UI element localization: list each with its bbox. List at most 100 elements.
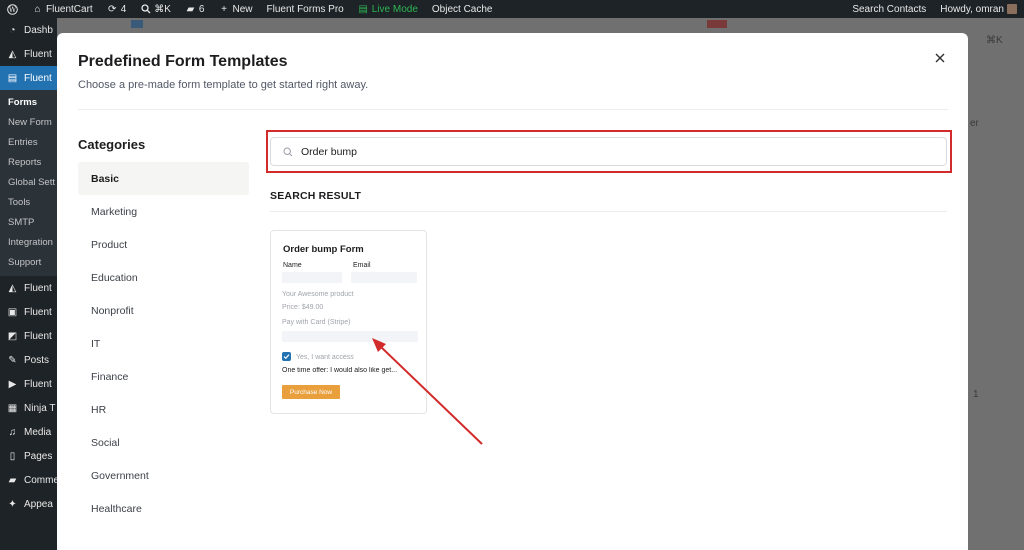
- sidebar-item-ninja-tables[interactable]: ▦ Ninja T: [0, 396, 57, 420]
- fluent-icon: ▣: [7, 306, 18, 318]
- search-result-heading: SEARCH RESULT: [270, 190, 362, 202]
- sidebar-item-label: Posts: [24, 354, 50, 366]
- template-search-box[interactable]: [270, 137, 947, 166]
- template-search-input[interactable]: [301, 145, 901, 158]
- category-finance[interactable]: Finance: [78, 360, 249, 393]
- category-education[interactable]: Education: [78, 261, 249, 294]
- category-healthcare[interactable]: Healthcare: [78, 492, 249, 525]
- plugin-label: Fluent Forms Pro: [266, 3, 344, 15]
- fluent-icon: ◩: [7, 330, 18, 342]
- submenu-entries[interactable]: Entries: [0, 132, 57, 152]
- preview-name-field: [282, 272, 342, 283]
- brush-icon: ✦: [8, 498, 17, 510]
- pages-icon: ▯: [9, 450, 16, 462]
- check-icon: [283, 354, 290, 360]
- search-shortcut: ⌘K: [154, 3, 171, 15]
- sidebar-item-pages[interactable]: ▯ Pages: [0, 444, 57, 468]
- updates-link[interactable]: ⟳ 4: [100, 0, 134, 18]
- howdy-label: Howdy, omran: [940, 3, 1004, 15]
- result-divider: [270, 211, 947, 212]
- avatar: [1007, 4, 1017, 14]
- close-button[interactable]: [932, 50, 948, 66]
- live-mode-link[interactable]: ▤ Live Mode: [351, 0, 425, 18]
- sidebar-item-label: Comme: [24, 474, 57, 486]
- sidebar-item-label: Fluent: [24, 378, 52, 390]
- comments-link[interactable]: ▰ 6: [178, 0, 212, 18]
- submenu-smtp[interactable]: SMTP: [0, 212, 57, 232]
- site-name: FluentCart: [46, 3, 93, 15]
- submenu-tools[interactable]: Tools: [0, 192, 57, 212]
- search-icon: [283, 146, 293, 156]
- category-hr[interactable]: HR: [78, 393, 249, 426]
- sidebar-item-label: Fluent: [24, 72, 52, 84]
- table-icon: ▦: [7, 402, 18, 414]
- updates-count: 4: [120, 3, 127, 15]
- forms-icon: ▤: [7, 72, 18, 84]
- submenu-forms[interactable]: Forms: [0, 92, 57, 112]
- sidebar-item-media[interactable]: ♫ Media: [0, 420, 57, 444]
- forms-submenu: Forms New Form Entries Reports Global Se…: [0, 90, 57, 276]
- categories-heading: Categories: [78, 137, 146, 152]
- category-it[interactable]: IT: [78, 327, 249, 360]
- preview-card-field: [282, 331, 418, 342]
- sidebar-item-label: Media: [24, 426, 52, 438]
- home-icon: ⌂: [34, 3, 41, 15]
- category-nonprofit[interactable]: Nonprofit: [78, 294, 249, 327]
- submenu-support[interactable]: Support: [0, 252, 57, 272]
- sidebar-item-dashboard[interactable]: ◔ Dashb: [0, 18, 57, 42]
- preview-offer: One time offer: I would also like get...: [282, 367, 398, 374]
- bg-block-blue: [131, 20, 143, 28]
- submenu-reports[interactable]: Reports: [0, 152, 57, 172]
- sidebar-item-fluentcrm[interactable]: ◭ Fluent: [0, 276, 57, 300]
- edit-icon: ▤: [358, 3, 368, 15]
- category-product[interactable]: Product: [78, 228, 249, 261]
- category-list: Basic Marketing Product Education Nonpro…: [78, 162, 249, 525]
- fluent-icon: ◭: [8, 48, 17, 60]
- search-icon: [140, 4, 151, 15]
- submenu-integrations[interactable]: Integration: [0, 232, 57, 252]
- category-basic[interactable]: Basic: [78, 162, 249, 195]
- sidebar-item-fluent-4[interactable]: ▶ Fluent: [0, 372, 57, 396]
- sidebar-item-fluent-forms[interactable]: ▤ Fluent: [0, 66, 57, 90]
- submenu-global-settings[interactable]: Global Sett: [0, 172, 57, 192]
- bg-block-red: [707, 20, 727, 28]
- preview-purchase-button: Purchase Now: [282, 385, 340, 399]
- pin-icon: ✎: [8, 354, 17, 366]
- wordpress-logo-button[interactable]: W: [0, 0, 25, 18]
- svg-text:W: W: [9, 6, 17, 14]
- dashboard-icon: ◔: [9, 24, 16, 36]
- category-government[interactable]: Government: [78, 459, 249, 492]
- search-contacts-link[interactable]: Search Contacts: [845, 0, 933, 18]
- sidebar-item-label: Dashb: [24, 24, 53, 36]
- site-name-link[interactable]: ⌂ FluentCart: [25, 0, 100, 18]
- sidebar-item-fluent-2[interactable]: ▣ Fluent: [0, 300, 57, 324]
- new-content-link[interactable]: + New: [211, 0, 259, 18]
- command-search-button[interactable]: ⌘K: [133, 0, 178, 18]
- bg-page-number: 1: [973, 389, 979, 400]
- sidebar-item-posts[interactable]: ✎ Posts: [0, 348, 57, 372]
- fluent-forms-pro-link[interactable]: Fluent Forms Pro: [260, 0, 351, 18]
- sidebar-item-label: Ninja T: [24, 402, 56, 414]
- sidebar-item-fluent-3[interactable]: ◩ Fluent: [0, 324, 57, 348]
- plus-icon: +: [221, 3, 227, 15]
- submenu-new-form[interactable]: New Form: [0, 112, 57, 132]
- comment-icon: ▰: [186, 3, 195, 15]
- wordpress-icon: W: [7, 3, 18, 15]
- preview-email-label: Email: [353, 262, 371, 269]
- category-marketing[interactable]: Marketing: [78, 195, 249, 228]
- object-cache-label: Object Cache: [431, 3, 493, 15]
- preview-price: Price: $49.00: [282, 304, 324, 311]
- sidebar-item-fluentcart[interactable]: ◭ Fluent: [0, 42, 57, 66]
- sidebar-item-comments[interactable]: ▰ Comme: [0, 468, 57, 492]
- sidebar-item-appearance[interactable]: ✦ Appea: [0, 492, 57, 516]
- preview-checkbox: [282, 352, 291, 361]
- preview-email-field: [351, 272, 417, 283]
- template-card-order-bump[interactable]: Order bump Form Name Email Your Awesome …: [270, 230, 427, 414]
- user-account-menu[interactable]: Howdy, omran: [933, 0, 1024, 18]
- sidebar-item-label: Fluent: [24, 282, 52, 294]
- modal-subtitle: Choose a pre-made form template to get s…: [78, 79, 369, 91]
- category-social[interactable]: Social: [78, 426, 249, 459]
- close-icon: [935, 53, 945, 63]
- object-cache-link[interactable]: Object Cache: [425, 0, 500, 18]
- modal-title: Predefined Form Templates: [78, 53, 288, 70]
